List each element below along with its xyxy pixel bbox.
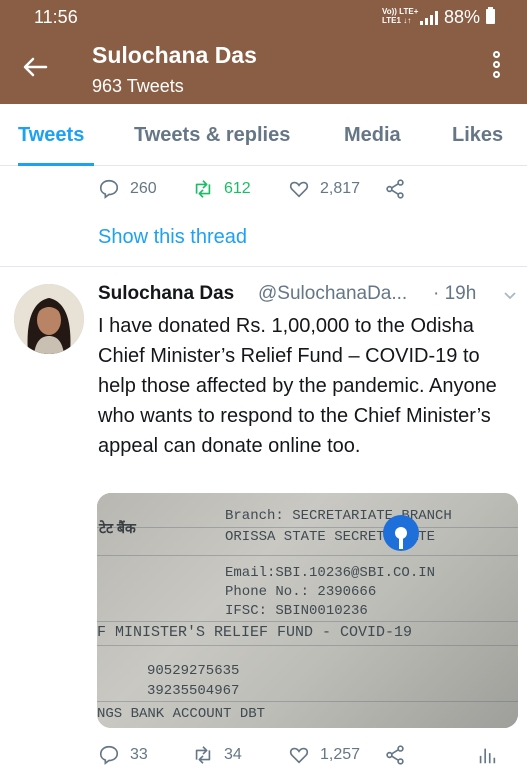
tweet-divider (0, 266, 527, 267)
image-email-text: Email:SBI.10236@SBI.CO.IN (225, 565, 436, 581)
image-ifsc-text: IFSC: SBIN0010236 (225, 603, 368, 619)
profile-photo (14, 284, 84, 354)
tab-media[interactable]: Media (344, 104, 401, 166)
tweet-image[interactable]: टेट बैंक Branch: SECRETARIATE BRANCH ORI… (97, 493, 518, 728)
share-icon (386, 179, 404, 199)
like-button[interactable]: 2,817 (288, 176, 360, 202)
analytics-button[interactable] (476, 742, 498, 768)
battery-icon (486, 7, 495, 24)
like-button[interactable]: 1,257 (288, 742, 360, 768)
tweet-count: 963 Tweets (92, 76, 184, 96)
back-arrow-icon[interactable] (20, 52, 50, 82)
like-count: 2,817 (320, 180, 361, 197)
tab-tweets[interactable]: Tweets (18, 104, 94, 166)
network-indicator: Vo)) LTE+ LTE1 ↓↑ (382, 7, 418, 25)
image-account-2: 39235504967 (147, 683, 240, 699)
image-fund-text: F MINISTER'S RELIEF FUND - COVID-19 (97, 624, 413, 641)
show-thread-link[interactable]: Show this thread (98, 226, 247, 249)
profile-name: Sulochana Das (92, 42, 257, 68)
retweet-icon (195, 180, 211, 198)
tweet-author-line: Sulochana Das @SulochanaDa... · 19h (98, 283, 523, 309)
retweet-button[interactable]: 34 (192, 742, 242, 768)
retweet-icon (195, 746, 211, 764)
author-name[interactable]: Sulochana Das (98, 283, 234, 305)
battery-percent: 88% (444, 7, 481, 27)
avatar[interactable] (14, 284, 84, 354)
like-count: 1,257 (320, 746, 361, 763)
analytics-icon (479, 748, 496, 764)
prev-tweet-actions: 260 612 2,817 (98, 176, 518, 202)
profile-header: Sulochana Das 963 Tweets (0, 34, 527, 104)
author-handle[interactable]: @SulochanaDa... (258, 283, 407, 305)
tab-tweets-and-replies[interactable]: Tweets & replies (134, 104, 290, 166)
heart-icon (289, 181, 309, 198)
chevron-down-icon[interactable] (503, 289, 517, 303)
share-icon (386, 745, 404, 765)
tab-likes[interactable]: Likes (452, 104, 503, 166)
tweet-actions: 33 34 1,257 (98, 742, 518, 768)
tweet-text: I have donated Rs. 1,00,000 to the Odish… (98, 315, 497, 457)
reply-button[interactable]: 260 (98, 176, 157, 202)
heart-icon (289, 747, 309, 764)
tweet-time: · 19h (433, 283, 477, 304)
image-phone-text: Phone No.: 2390666 (225, 584, 377, 600)
retweet-count: 34 (224, 746, 242, 763)
reply-count: 260 (130, 180, 157, 197)
network-line2: LTE1 ↓↑ (382, 16, 412, 25)
status-time: 11:56 (34, 7, 78, 27)
image-account-1: 90529275635 (147, 663, 240, 679)
reply-icon (99, 745, 119, 765)
profile-tabs: Tweets Tweets & replies Media Likes (0, 104, 527, 166)
share-button[interactable] (384, 176, 406, 202)
status-bar: 11:56 Vo)) LTE+ LTE1 ↓↑ 88% (0, 0, 527, 34)
reply-count: 33 (130, 746, 148, 763)
signal-icon (420, 11, 438, 25)
image-hindi-text: टेट बैंक (99, 520, 136, 536)
network-line1: Vo)) LTE+ (382, 7, 419, 16)
share-button[interactable] (384, 742, 406, 768)
retweet-button[interactable]: 612 (192, 176, 251, 202)
reply-icon (99, 179, 119, 199)
sbi-logo-icon (383, 515, 419, 551)
reply-button[interactable]: 33 (98, 742, 148, 768)
retweet-count: 612 (224, 180, 251, 197)
more-options-icon[interactable] (490, 51, 502, 83)
image-account-type: NGS BANK ACCOUNT DBT (97, 706, 266, 722)
image-branch-text: Branch: SECRETARIATE BRANCH (225, 508, 452, 524)
